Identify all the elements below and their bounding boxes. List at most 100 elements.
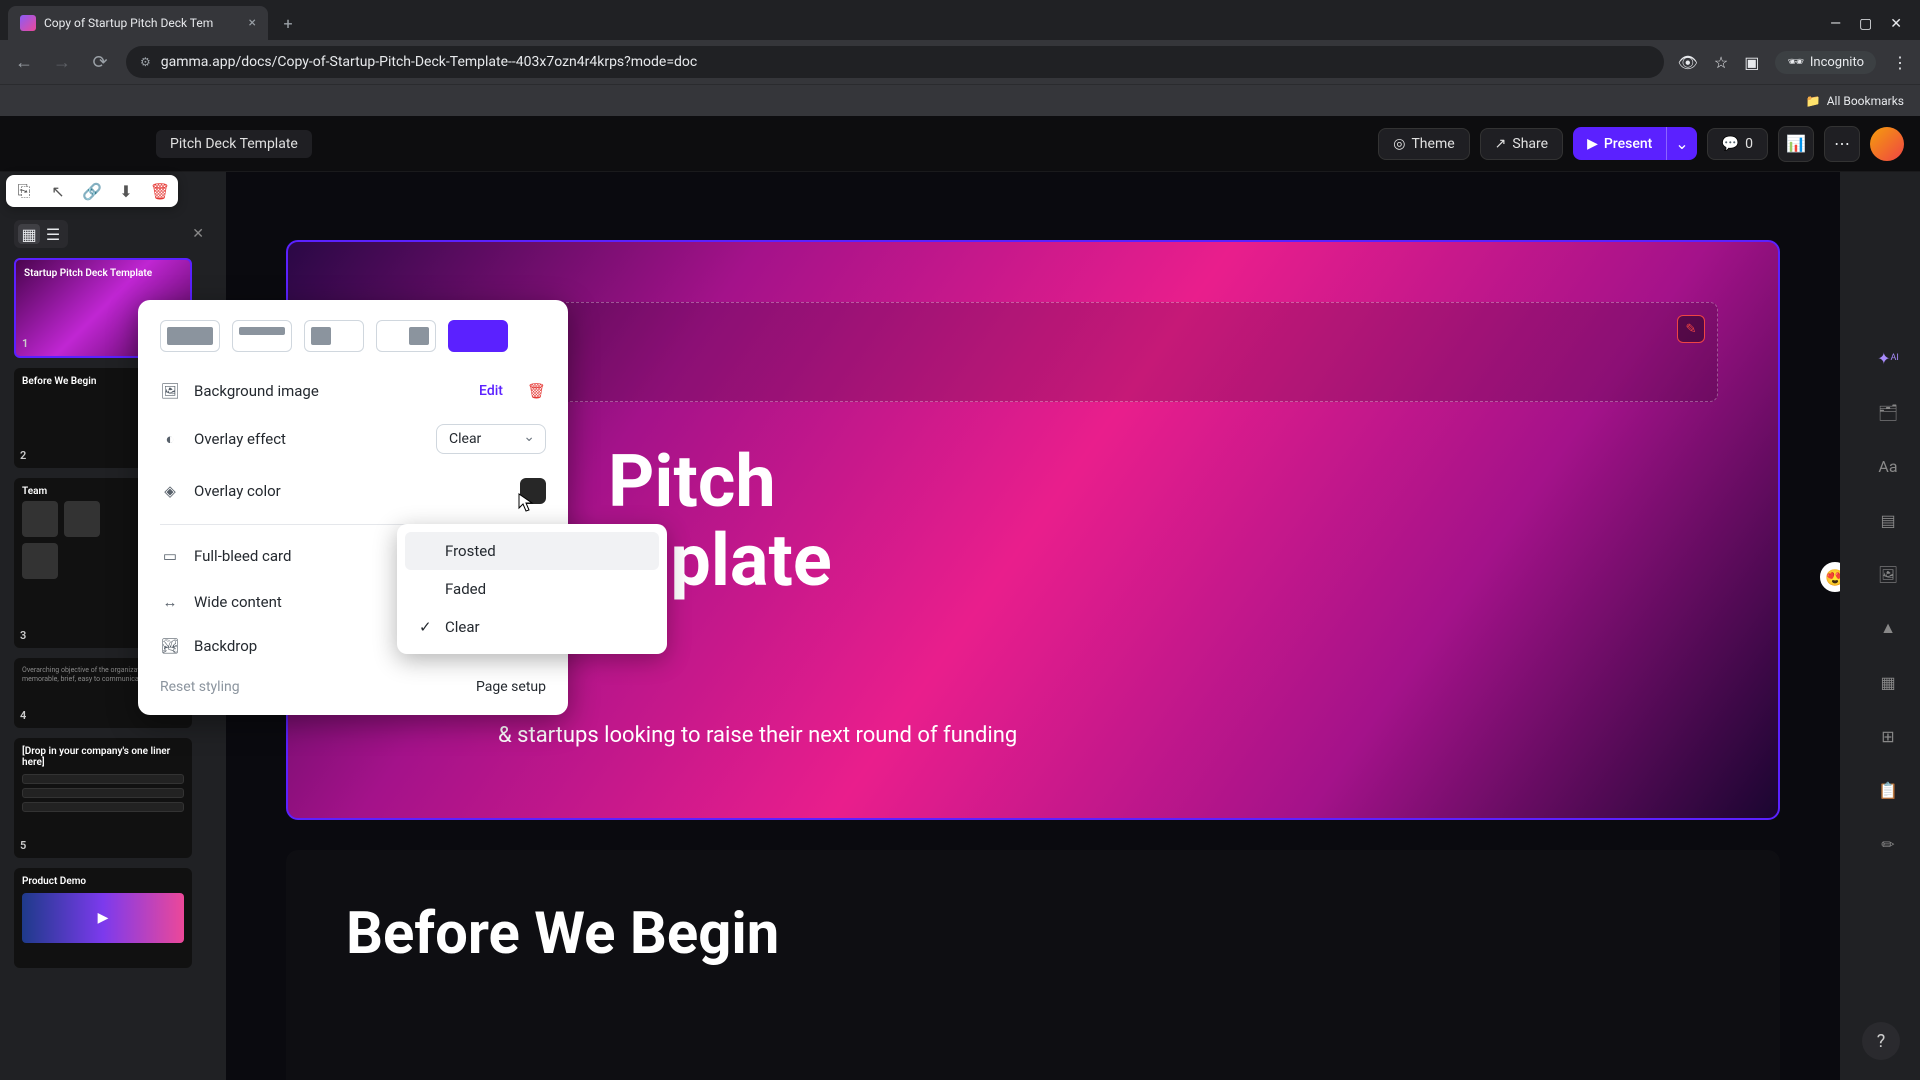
all-bookmarks-link[interactable]: All Bookmarks: [1827, 94, 1904, 108]
slide-thumbnail-6[interactable]: Product Demo ▶: [14, 868, 192, 968]
collaborator-avatar-1[interactable]: 😍: [1818, 560, 1840, 594]
option-label: Clear: [445, 618, 480, 636]
image-icon[interactable]: 🖼: [1870, 556, 1906, 592]
cursor-icon[interactable]: ↖: [48, 181, 68, 201]
site-settings-icon[interactable]: ⚙: [140, 55, 151, 69]
share-icon: ↗: [1495, 136, 1507, 152]
copy-icon[interactable]: ⎘: [14, 181, 34, 201]
link-icon[interactable]: 🔗: [82, 181, 102, 201]
overlay-effect-label: Overlay effect: [194, 430, 422, 448]
slide-thumbnail-5[interactable]: [Drop in your company's one liner here] …: [14, 738, 192, 858]
contrast-icon: ◐: [160, 430, 180, 448]
layout-icon[interactable]: ⊞: [1870, 718, 1906, 754]
browser-menu-icon[interactable]: ⋮: [1892, 53, 1908, 72]
minimize-icon[interactable]: —: [1830, 16, 1841, 32]
play-icon: ▶: [1587, 136, 1598, 152]
comment-count: 0: [1745, 136, 1753, 152]
card-templates-icon[interactable]: 🗂: [1870, 394, 1906, 430]
tab-favicon: [20, 15, 36, 31]
panel-icon[interactable]: ▣: [1744, 53, 1759, 72]
forward-icon[interactable]: →: [50, 50, 74, 74]
bg-image-edit-link[interactable]: Edit: [479, 383, 503, 399]
layout-option-2[interactable]: [232, 320, 292, 352]
layout-option-4[interactable]: [376, 320, 436, 352]
present-label: Present: [1604, 136, 1652, 152]
maximize-icon[interactable]: ▢: [1859, 16, 1872, 32]
thumb-number: 3: [20, 629, 26, 642]
thumb-number: 5: [20, 839, 26, 852]
embed-icon[interactable]: ▦: [1870, 664, 1906, 700]
overlay-option-clear[interactable]: ✓ Clear: [405, 608, 659, 646]
slide-2[interactable]: Before We Begin: [286, 850, 1780, 1080]
theme-icon: ◎: [1393, 136, 1405, 152]
more-icon: ⋯: [1834, 134, 1850, 153]
present-dropdown-button[interactable]: ⌄: [1666, 127, 1696, 160]
page-setup-link[interactable]: Page setup: [476, 679, 546, 695]
url-bar[interactable]: ⚙ gamma.app/docs/Copy-of-Startup-Pitch-D…: [126, 46, 1664, 78]
user-avatar[interactable]: [1870, 127, 1904, 161]
more-menu-button[interactable]: ⋯: [1824, 126, 1860, 162]
backdrop-icon: 🏞: [160, 637, 180, 655]
bg-image-label: Background image: [194, 382, 465, 400]
overlay-effect-dropdown[interactable]: Clear: [436, 424, 546, 454]
overlay-effect-menu: ✓ Frosted ✓ Faded ✓ Clear: [397, 524, 667, 654]
shapes-icon[interactable]: ▲: [1870, 610, 1906, 646]
blocks-icon[interactable]: ▤: [1870, 502, 1906, 538]
form-icon[interactable]: 📋: [1870, 772, 1906, 808]
overlay-color-swatch[interactable]: [520, 478, 546, 504]
ai-sparkle-icon[interactable]: ✦AI: [1870, 340, 1906, 376]
paint-icon: ◈: [160, 482, 180, 500]
close-window-icon[interactable]: ✕: [1890, 16, 1902, 32]
layout-option-3[interactable]: [304, 320, 364, 352]
overlay-color-label: Overlay color: [194, 482, 506, 500]
layout-option-1[interactable]: [160, 320, 220, 352]
overlay-effect-value: Clear: [449, 431, 481, 447]
url-text: gamma.app/docs/Copy-of-Startup-Pitch-Dec…: [161, 54, 697, 70]
comment-icon: 💬: [1722, 136, 1739, 152]
help-icon: ?: [1877, 1031, 1886, 1052]
new-tab-button[interactable]: +: [274, 9, 302, 37]
option-label: Frosted: [445, 542, 496, 560]
help-button[interactable]: ?: [1862, 1022, 1900, 1060]
chevron-down-icon: ⌄: [1675, 134, 1688, 153]
browser-tab[interactable]: Copy of Startup Pitch Deck Tem ×: [8, 6, 268, 40]
theme-label: Theme: [1411, 136, 1454, 152]
incognito-label: Incognito: [1810, 55, 1864, 70]
share-button[interactable]: ↗ Share: [1480, 128, 1563, 160]
analytics-button[interactable]: 📊: [1778, 126, 1814, 162]
option-label: Faded: [445, 580, 486, 598]
analytics-icon: 📊: [1786, 134, 1806, 153]
bookmark-star-icon[interactable]: ☆: [1714, 53, 1728, 72]
subtitle-text: & startups looking to raise their next r…: [498, 723, 1017, 748]
thumb-title: Startup Pitch Deck Template: [24, 268, 182, 279]
bg-image-delete-icon[interactable]: 🗑: [527, 382, 546, 400]
eye-off-icon[interactable]: 👁: [1678, 53, 1698, 72]
text-format-icon[interactable]: Aa: [1870, 448, 1906, 484]
list-view-toggle[interactable]: ☰: [42, 224, 64, 244]
download-icon[interactable]: ⬇: [116, 181, 136, 201]
reset-styling-link[interactable]: Reset styling: [160, 679, 240, 695]
back-icon[interactable]: ←: [12, 50, 36, 74]
edit-pencil-icon[interactable]: ✎: [1677, 315, 1705, 343]
present-button[interactable]: ▶ Present: [1573, 127, 1666, 160]
doc-title-input[interactable]: Pitch Deck Template: [156, 130, 312, 158]
grid-view-toggle[interactable]: ▦: [18, 224, 40, 244]
close-tab-icon[interactable]: ×: [249, 15, 256, 31]
sidebar-close-icon[interactable]: ✕: [192, 226, 204, 242]
theme-button[interactable]: ◎ Theme: [1378, 128, 1469, 160]
overlay-option-frosted[interactable]: ✓ Frosted: [405, 532, 659, 570]
layout-option-5-selected[interactable]: [448, 320, 508, 352]
slide-2-title[interactable]: Before We Begin: [346, 900, 1720, 968]
draw-icon[interactable]: ✏: [1870, 826, 1906, 862]
trash-icon[interactable]: 🗑: [150, 181, 170, 201]
thumb-title: [Drop in your company's one liner here]: [22, 746, 184, 768]
comments-button[interactable]: 💬 0: [1707, 128, 1768, 160]
reload-icon[interactable]: ⟳: [88, 50, 112, 74]
tab-title: Copy of Startup Pitch Deck Tem: [44, 16, 213, 30]
incognito-icon: 🕶: [1787, 55, 1804, 70]
overlay-option-faded[interactable]: ✓ Faded: [405, 570, 659, 608]
thumb-number: 4: [20, 709, 26, 722]
thumb-number: 2: [20, 449, 26, 462]
slide-subtitle[interactable]: & startups looking to raise their next r…: [348, 723, 1718, 748]
doc-toolbar: ⎘ ↖ 🔗 ⬇ 🗑: [6, 175, 178, 207]
